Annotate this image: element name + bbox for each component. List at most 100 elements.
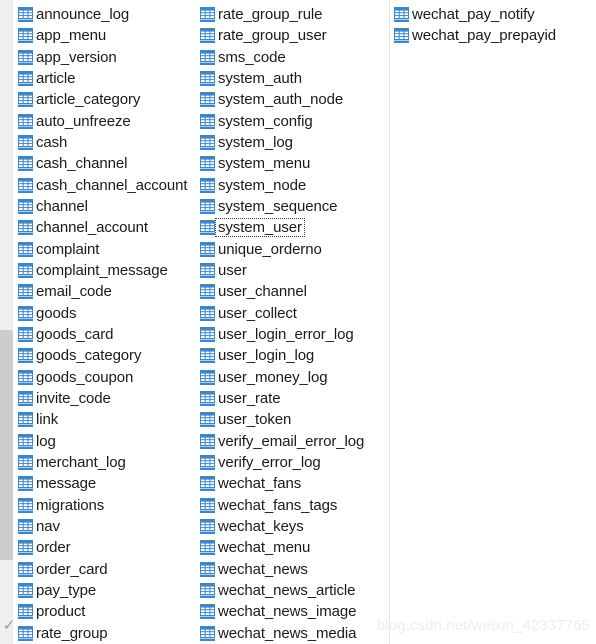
- table-list-item[interactable]: user_channel: [197, 281, 390, 302]
- table-list-item[interactable]: auto_unfreeze: [15, 111, 197, 132]
- table-list-item[interactable]: user_token: [197, 409, 390, 430]
- table-list-item-label: wechat_news_media: [218, 624, 357, 642]
- table-list-item[interactable]: article_category: [15, 89, 197, 110]
- table-grid-icon: [18, 156, 34, 172]
- table-list-item[interactable]: unique_orderno: [197, 239, 390, 260]
- table-list-item[interactable]: goods_category: [15, 345, 197, 366]
- table-list-item[interactable]: link: [15, 409, 197, 430]
- table-grid-icon: [18, 71, 34, 87]
- table-list-item[interactable]: channel_account: [15, 217, 197, 238]
- table-list-item[interactable]: system_log: [197, 132, 390, 153]
- table-list-item-label: email_code: [36, 283, 112, 301]
- table-list-item[interactable]: user_money_log: [197, 367, 390, 388]
- table-list-item[interactable]: complaint: [15, 239, 197, 260]
- table-list-item-label: app_version: [36, 48, 117, 66]
- table-list-item[interactable]: goods: [15, 303, 197, 324]
- table-list-item[interactable]: system_auth_node: [197, 89, 390, 110]
- table-list-item[interactable]: system_sequence: [197, 196, 390, 217]
- table-list-item[interactable]: user_rate: [197, 388, 390, 409]
- table-list-item[interactable]: user_collect: [197, 303, 390, 324]
- table-list-item-label: order_card: [36, 560, 108, 578]
- table-list-item[interactable]: sms_code: [197, 47, 390, 68]
- table-grid-icon: [200, 305, 216, 321]
- table-grid-icon: [200, 476, 216, 492]
- table-list-item[interactable]: rate_group_rule: [197, 4, 390, 25]
- table-list-item-label: rate_group_rule: [218, 6, 323, 24]
- table-list-item[interactable]: goods_card: [15, 324, 197, 345]
- table-list-item[interactable]: cash_channel: [15, 153, 197, 174]
- table-grid-icon: [18, 540, 34, 556]
- table-list-item-label: goods_category: [36, 347, 142, 365]
- table-list-item[interactable]: system_node: [197, 175, 390, 196]
- table-list-item[interactable]: nav: [15, 516, 197, 537]
- table-list-item-label: cash: [36, 134, 68, 152]
- table-list-item[interactable]: system_user: [197, 217, 390, 238]
- table-list-item-label: user: [218, 262, 247, 280]
- table-list-item[interactable]: announce_log: [15, 4, 197, 25]
- table-list-item-label: wechat_keys: [218, 518, 304, 536]
- table-list-item[interactable]: wechat_pay_notify: [391, 4, 596, 25]
- table-list-item[interactable]: user_login_log: [197, 345, 390, 366]
- table-list-item[interactable]: wechat_news: [197, 559, 390, 580]
- table-list-item[interactable]: article: [15, 68, 197, 89]
- table-grid-icon: [200, 28, 216, 44]
- table-grid-icon: [18, 7, 34, 23]
- table-list-item[interactable]: wechat_menu: [197, 537, 390, 558]
- table-grid-icon: [200, 284, 216, 300]
- vertical-scrollbar-thumb[interactable]: [0, 330, 13, 560]
- table-list-item[interactable]: channel: [15, 196, 197, 217]
- table-list-item[interactable]: goods_coupon: [15, 367, 197, 388]
- table-list-item-label: user_token: [218, 411, 292, 429]
- table-list-item[interactable]: cash_channel_account: [15, 175, 197, 196]
- table-list-item[interactable]: wechat_fans_tags: [197, 495, 390, 516]
- table-list-item-label: verify_email_error_log: [218, 432, 365, 450]
- table-list-item[interactable]: email_code: [15, 281, 197, 302]
- table-list-item[interactable]: invite_code: [15, 388, 197, 409]
- table-list-item[interactable]: app_version: [15, 47, 197, 68]
- table-list-item-label: wechat_menu: [218, 539, 311, 557]
- table-list-item-label: system_sequence: [218, 198, 338, 216]
- table-list-item[interactable]: complaint_message: [15, 260, 197, 281]
- table-grid-icon: [200, 497, 216, 513]
- table-list-item[interactable]: user: [197, 260, 390, 281]
- table-list-item[interactable]: product: [15, 601, 197, 622]
- table-list-item-label: wechat_fans: [218, 475, 302, 493]
- table-list-columns: announce_log app_menu app_versionarticle ar…: [13, 0, 596, 644]
- table-list-item[interactable]: cash: [15, 132, 197, 153]
- table-list-item[interactable]: wechat_news_media: [197, 623, 390, 644]
- table-list-item[interactable]: order: [15, 537, 197, 558]
- table-list-item[interactable]: wechat_keys: [197, 516, 390, 537]
- table-list-item[interactable]: order_card: [15, 559, 197, 580]
- table-list-item[interactable]: wechat_news_image: [197, 601, 390, 622]
- table-list-item[interactable]: wechat_news_article: [197, 580, 390, 601]
- table-list-item[interactable]: app_menu: [15, 25, 197, 46]
- table-grid-icon: [18, 241, 34, 257]
- table-list-item-label: wechat_news: [218, 560, 308, 578]
- table-list-item[interactable]: system_auth: [197, 68, 390, 89]
- vertical-scrollbar[interactable]: [0, 0, 13, 644]
- table-list-item[interactable]: verify_error_log: [197, 452, 390, 473]
- table-list-item[interactable]: merchant_log: [15, 452, 197, 473]
- table-list-item[interactable]: verify_email_error_log: [197, 431, 390, 452]
- table-list-item-label: goods: [36, 304, 77, 322]
- table-list-item[interactable]: rate_group: [15, 623, 197, 644]
- table-list-item[interactable]: wechat_pay_prepayid: [391, 25, 596, 46]
- table-list-item-label: system_auth_node: [218, 91, 344, 109]
- table-grid-icon: [200, 455, 216, 471]
- table-list-item[interactable]: system_config: [197, 111, 390, 132]
- table-list-item-label: user_collect: [218, 304, 297, 322]
- table-list-item[interactable]: log: [15, 431, 197, 452]
- table-list-item[interactable]: migrations: [15, 495, 197, 516]
- table-grid-icon: [18, 561, 34, 577]
- table-list-item[interactable]: rate_group_user: [197, 25, 390, 46]
- table-list-item[interactable]: pay_type: [15, 580, 197, 601]
- table-list-item-label: user_login_error_log: [218, 326, 354, 344]
- table-list-item[interactable]: system_menu: [197, 153, 390, 174]
- table-grid-icon: [18, 113, 34, 129]
- table-list-item[interactable]: message: [15, 473, 197, 494]
- table-list-item[interactable]: wechat_fans: [197, 473, 390, 494]
- table-grid-icon: [18, 284, 34, 300]
- table-list-item-label: wechat_pay_notify: [412, 6, 535, 24]
- table-grid-icon: [200, 49, 216, 65]
- table-list-item[interactable]: user_login_error_log: [197, 324, 390, 345]
